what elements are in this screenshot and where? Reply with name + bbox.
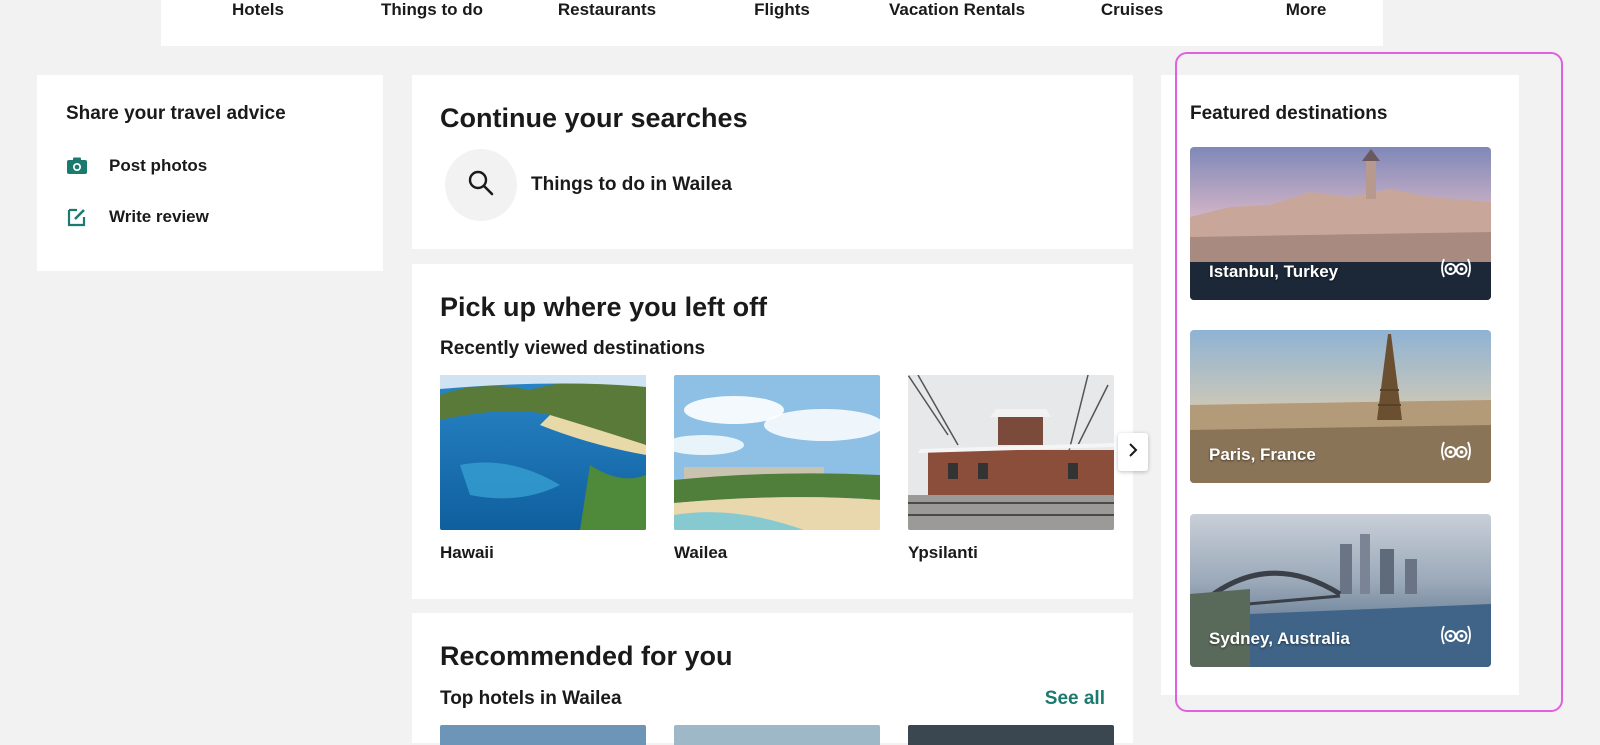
wailea-photo [674,375,880,530]
continue-searches-card: Continue your searches Things to do in W… [412,75,1133,249]
recently-viewed-subtitle: Recently viewed destinations [440,338,706,359]
nav-flights[interactable]: Flights [707,0,857,20]
ypsilanti-photo [908,375,1114,530]
write-review-label: Write review [109,207,209,226]
nav-cruises[interactable]: Cruises [1057,0,1207,20]
recommended-title: Recommended for you [440,641,733,671]
pick-up-title: Pick up where you left off [440,292,768,322]
tripadvisor-award-icon [1439,255,1473,286]
featured-destinations-card: Featured destinations Istanbul, Turkey P… [1161,75,1519,695]
advice-title: Share your travel advice [66,103,286,124]
destination-name: Wailea [674,543,728,562]
pick-up-card: Pick up where you left off Recently view… [412,264,1148,599]
nav-more[interactable]: More [1231,0,1381,20]
nav-restaurants[interactable]: Restaurants [532,0,682,20]
continue-searches-title: Continue your searches [440,103,748,133]
search-history-button[interactable] [445,149,517,221]
nav-hotels[interactable]: Hotels [183,0,333,20]
post-photos-label: Post photos [109,156,208,175]
featured-card-sydney[interactable]: Sydney, Australia [1190,514,1491,667]
featured-label: Istanbul, Turkey [1209,262,1339,281]
write-review-link[interactable]: Write review [66,206,209,228]
featured-title: Featured destinations [1190,103,1388,124]
post-photos-link[interactable]: Post photos [66,155,207,177]
tripadvisor-award-icon [1439,438,1473,469]
recommended-card: Recommended for you Top hotels in Wailea… [412,613,1133,745]
featured-card-istanbul[interactable]: Istanbul, Turkey [1190,147,1491,300]
carousel-next-button[interactable] [1118,433,1148,471]
hotel-thumbnail[interactable] [440,725,646,745]
destination-name: Ypsilanti [908,543,978,562]
hawaii-photo [440,375,646,530]
chevron-right-icon [1127,442,1139,463]
destination-card-ypsilanti[interactable]: Ypsilanti [908,375,1114,563]
top-hotels-subtitle: Top hotels in Wailea [440,688,622,709]
recent-search-item[interactable]: Things to do in Wailea [531,174,732,196]
nav-vacation-rentals[interactable]: Vacation Rentals [872,0,1042,20]
camera-icon [66,155,88,177]
destination-name: Hawaii [440,543,494,562]
search-icon [467,169,495,202]
see-all-link[interactable]: See all [1045,688,1105,710]
hotel-thumbnail[interactable] [908,725,1114,745]
featured-card-paris[interactable]: Paris, France [1190,330,1491,483]
featured-label: Paris, France [1209,445,1316,464]
hotel-thumbnail[interactable] [674,725,880,745]
nav-things-to-do[interactable]: Things to do [357,0,507,20]
destination-card-wailea[interactable]: Wailea [674,375,880,563]
tripadvisor-award-icon [1439,622,1473,653]
top-nav: Hotels Things to do Restaurants Flights … [161,0,1383,46]
travel-advice-card: Share your travel advice Post photos Wri… [37,75,383,271]
featured-label: Sydney, Australia [1209,629,1350,648]
destination-card-hawaii[interactable]: Hawaii [440,375,646,563]
edit-icon [66,206,88,228]
